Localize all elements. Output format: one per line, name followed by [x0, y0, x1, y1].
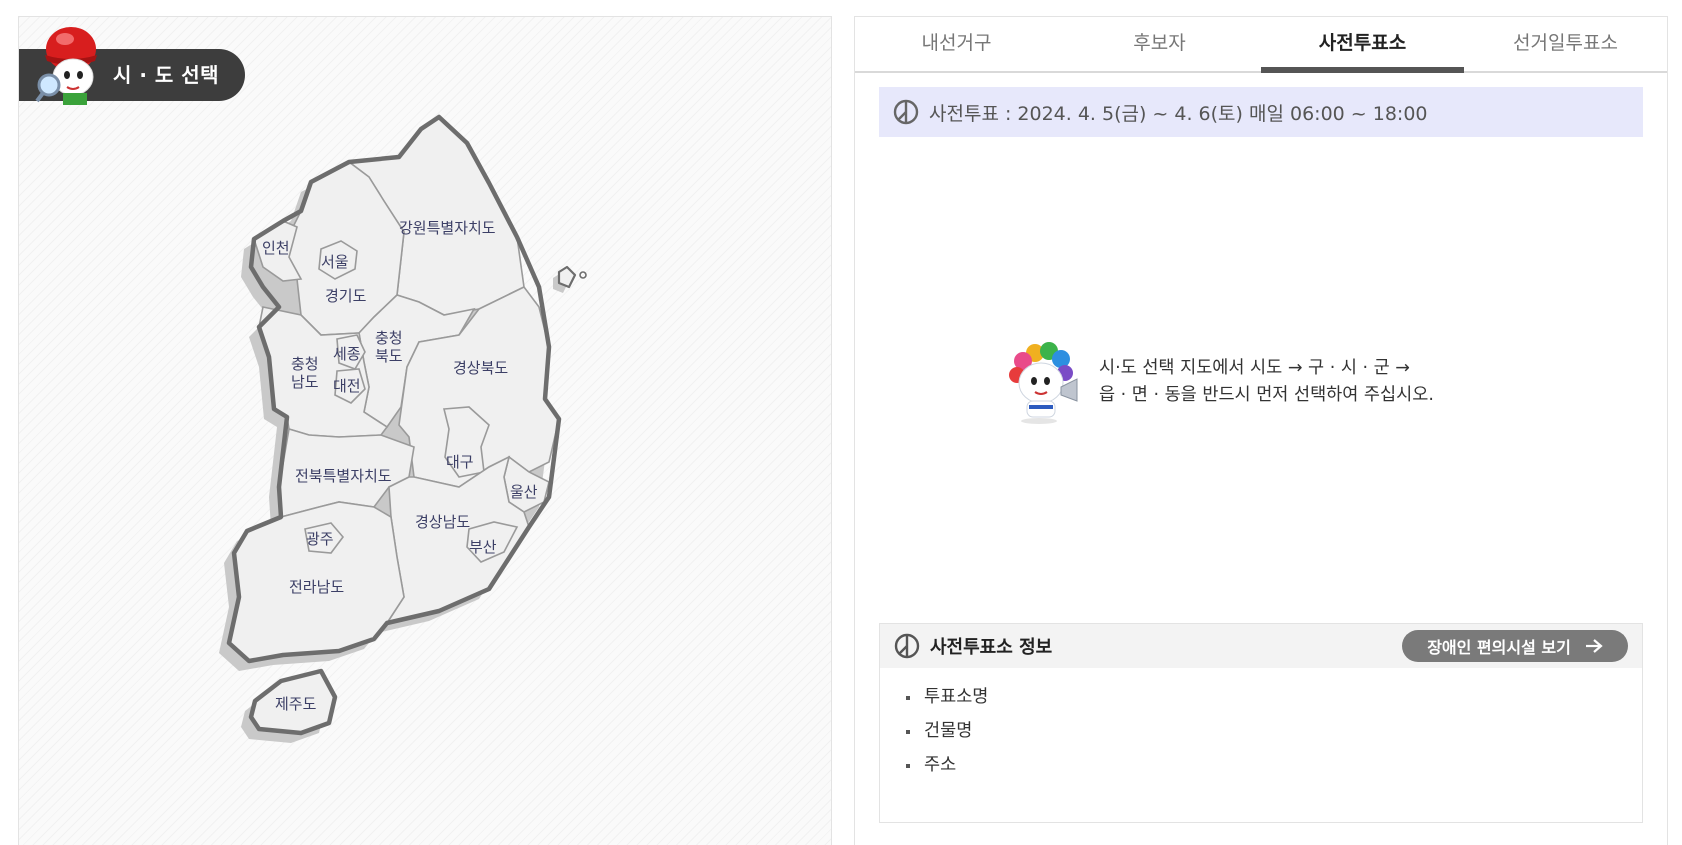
- label-sejong[interactable]: 세종: [333, 345, 361, 363]
- label-incheon[interactable]: 인천: [262, 239, 290, 257]
- label-gangwon[interactable]: 강원특별자치도: [399, 219, 496, 237]
- info-item-address: 주소: [906, 748, 1642, 782]
- info-title: 사전투표소 정보: [930, 637, 1053, 658]
- label-chungbuk-2[interactable]: 북도: [375, 347, 403, 365]
- early-vote-schedule: 사전투표 : 2024. 4. 5(금) ~ 4. 6(토) 매일 06:00 …: [929, 102, 1428, 125]
- accessibility-facilities-button[interactable]: 장애인 편의시설 보기: [1402, 630, 1628, 662]
- label-gyeonggi[interactable]: 경기도: [325, 287, 367, 305]
- mascot-megaphone-icon: [1009, 342, 1078, 424]
- label-gwangju[interactable]: 광주: [306, 530, 334, 548]
- info-list: 투표소명 건물명 주소: [880, 668, 1642, 782]
- guide-line-1: 시·도 선택 지도에서 시도 → 구 · 시 · 군 →: [1099, 358, 1410, 378]
- polling-info-panel: 내선거구 후보자 사전투표소 선거일투표소 사전투표 : 2024. 4. 5(…: [854, 16, 1668, 845]
- guide-area: 시·도 선택 지도에서 시도 → 구 · 시 · 군 → 읍 · 면 · 동을 …: [855, 147, 1667, 617]
- guide-message: 시·도 선택 지도에서 시도 → 구 · 시 · 군 → 읍 · 면 · 동을 …: [1099, 355, 1434, 409]
- info-item-station-name: 투표소명: [906, 680, 1642, 714]
- label-jeonbuk[interactable]: 전북특별자치도: [295, 467, 392, 485]
- region-map-panel: 인천 서울 경기도 강원특별자치도 충청 남도 세종 충청 북도 대전 경상북도…: [18, 16, 832, 845]
- early-voting-station-info: 사전투표소 정보 장애인 편의시설 보기 투표소명 건물명 주소: [879, 623, 1643, 823]
- info-header: 사전투표소 정보 장애인 편의시설 보기: [880, 624, 1642, 668]
- region-select-title: 시 · 도 선택: [113, 63, 220, 87]
- tab-election-day-stations[interactable]: 선거일투표소: [1464, 17, 1667, 71]
- label-chungbuk-1[interactable]: 충청: [375, 329, 403, 347]
- label-daejeon[interactable]: 대전: [333, 377, 361, 395]
- label-jeju[interactable]: 제주도: [275, 695, 317, 713]
- label-gyeongnam[interactable]: 경상남도: [415, 513, 470, 531]
- label-daegu[interactable]: 대구: [446, 453, 474, 471]
- label-chungnam-1[interactable]: 충청: [291, 355, 319, 373]
- tab-early-voting-stations[interactable]: 사전투표소: [1261, 17, 1464, 73]
- label-jeonnam[interactable]: 전라남도: [289, 578, 344, 596]
- label-chungnam-2[interactable]: 남도: [291, 373, 319, 391]
- early-vote-banner: 사전투표 : 2024. 4. 5(금) ~ 4. 6(토) 매일 06:00 …: [879, 87, 1643, 137]
- ballot-symbol-icon: [893, 99, 919, 125]
- korea-region-map: 인천 서울 경기도 강원특별자치도 충청 남도 세종 충청 북도 대전 경상북도…: [219, 114, 587, 743]
- label-gyeongbuk[interactable]: 경상북도: [453, 359, 508, 377]
- ballot-symbol-icon: [894, 633, 920, 659]
- accessibility-button-label: 장애인 편의시설 보기: [1427, 638, 1571, 657]
- tab-candidates[interactable]: 후보자: [1058, 17, 1261, 71]
- label-busan[interactable]: 부산: [469, 538, 497, 556]
- info-item-building-name: 건물명: [906, 714, 1642, 748]
- guide-line-2: 읍 · 면 · 동을 반드시 먼저 선택하여 주십시오.: [1099, 385, 1434, 405]
- arrow-right-icon: [1585, 639, 1603, 653]
- mascot-magnifier-icon: [35, 27, 97, 105]
- tab-my-district[interactable]: 내선거구: [855, 17, 1058, 71]
- tab-bar: 내선거구 후보자 사전투표소 선거일투표소: [855, 17, 1667, 73]
- label-seoul[interactable]: 서울: [321, 253, 349, 271]
- label-ulsan[interactable]: 울산: [510, 483, 538, 501]
